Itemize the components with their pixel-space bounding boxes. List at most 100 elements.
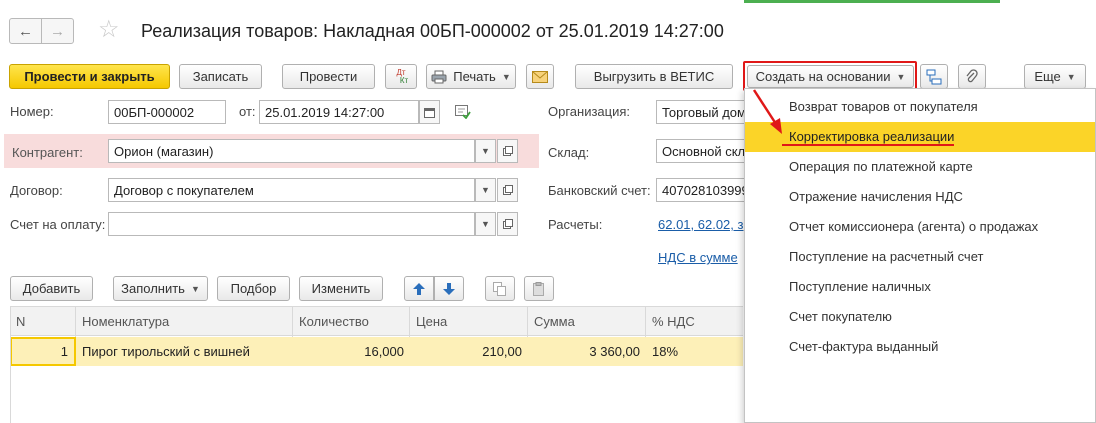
chevron-down-icon: ▼ — [501, 71, 511, 82]
organization-label: Организация: — [548, 104, 631, 119]
post-button[interactable]: Провести — [282, 64, 375, 89]
menu-item-bank-receipt[interactable]: Поступление на расчетный счет — [745, 242, 1095, 272]
chevron-down-icon: ▼ — [481, 146, 490, 156]
open-form-icon — [502, 185, 513, 195]
paste-icon — [533, 281, 544, 296]
open-form-icon — [502, 219, 513, 229]
date-label: от: — [239, 104, 256, 119]
menu-item-customer-invoice[interactable]: Счет покупателю — [745, 302, 1095, 332]
fill-label: Заполнить — [121, 281, 185, 296]
open-form-icon — [502, 146, 513, 156]
cell-quantity[interactable]: 16,000 — [293, 337, 410, 366]
envelope-icon — [532, 70, 548, 83]
invoice-dropdown-button[interactable]: ▼ — [475, 212, 496, 236]
cell-vat[interactable]: 18% — [646, 337, 743, 366]
forward-button[interactable]: → — [41, 18, 74, 44]
chevron-down-icon: ▼ — [481, 185, 490, 195]
column-header-n[interactable]: N — [10, 307, 76, 337]
more-button[interactable]: Еще ▼ — [1024, 64, 1086, 89]
copy-icon — [493, 281, 506, 296]
window-accent-line — [744, 0, 1000, 3]
dt-kt-icon: Дт Кт — [396, 67, 409, 85]
cell-n[interactable]: 1 — [10, 337, 76, 366]
number-label: Номер: — [10, 104, 54, 119]
arrow-down-icon — [443, 282, 455, 295]
contract-open-button[interactable] — [497, 178, 518, 202]
pick-button[interactable]: Подбор — [217, 276, 290, 301]
counterparty-open-button[interactable] — [497, 139, 518, 163]
save-button[interactable]: Записать — [179, 64, 262, 89]
attach-button[interactable] — [958, 64, 986, 89]
invoice-label: Счет на оплату: — [10, 217, 106, 232]
column-header-quantity[interactable]: Количество — [293, 307, 410, 337]
annotation-arrow-icon — [752, 89, 782, 134]
column-header-item[interactable]: Номенклатура — [76, 307, 293, 337]
dt-kt-button[interactable]: Дт Кт — [385, 64, 417, 89]
table-header: N Номенклатура Количество Цена Сумма % Н… — [10, 306, 743, 337]
copy-rows-button[interactable] — [485, 276, 515, 301]
table-left-border — [10, 306, 11, 423]
column-header-amount[interactable]: Сумма — [528, 307, 646, 337]
cell-price[interactable]: 210,00 — [410, 337, 528, 366]
favorite-star-icon[interactable]: ☆ — [98, 16, 120, 44]
arrow-up-icon — [413, 282, 425, 295]
chevron-down-icon: ▼ — [481, 219, 490, 229]
date-field[interactable]: 25.01.2019 14:27:00 — [259, 100, 419, 124]
calendar-button[interactable] — [419, 100, 440, 124]
move-down-button[interactable] — [434, 276, 464, 301]
contract-field[interactable]: Договор с покупателем — [108, 178, 475, 202]
menu-item-sales-correction[interactable]: Корректировка реализации — [745, 122, 1095, 152]
email-button[interactable] — [526, 64, 554, 89]
calendar-icon — [424, 107, 435, 118]
approval-status-icon[interactable] — [455, 105, 471, 119]
vat-in-amount-link[interactable]: НДС в сумме — [658, 250, 738, 265]
annotation-underline — [782, 144, 954, 146]
column-header-price[interactable]: Цена — [410, 307, 528, 337]
settlements-label: Расчеты: — [548, 217, 603, 232]
organization-field[interactable]: Торговый дом — [656, 100, 756, 124]
paste-rows-button[interactable] — [524, 276, 554, 301]
warehouse-field[interactable]: Основной скл — [656, 139, 756, 163]
menu-item-return-goods[interactable]: Возврат товаров от покупателя — [745, 92, 1095, 122]
column-header-vat[interactable]: % НДС — [646, 307, 743, 337]
bank-account-label: Банковский счет: — [548, 183, 651, 198]
print-button[interactable]: Печать ▼ — [426, 64, 516, 89]
menu-item-agent-report[interactable]: Отчет комиссионера (агента) о продажах — [745, 212, 1095, 242]
counterparty-label: Контрагент: — [12, 145, 83, 160]
post-and-close-button[interactable]: Провести и закрыть — [9, 64, 170, 89]
paperclip-icon — [966, 68, 978, 82]
printer-icon — [431, 70, 447, 83]
cell-amount[interactable]: 3 360,00 — [528, 337, 646, 366]
back-button[interactable]: ← — [9, 18, 42, 44]
table-row[interactable]: 1 Пирог тирольский с вишней 16,000 210,0… — [10, 337, 743, 366]
menu-item-issued-invoice[interactable]: Счет-фактура выданный — [745, 332, 1095, 362]
counterparty-dropdown-button[interactable]: ▼ — [475, 139, 496, 163]
bank-account-field[interactable]: 407028103999 — [656, 178, 756, 202]
add-row-button[interactable]: Добавить — [10, 276, 93, 301]
counterparty-field[interactable]: Орион (магазин) — [108, 139, 475, 163]
menu-item-card-payment[interactable]: Операция по платежной карте — [745, 152, 1095, 182]
menu-item-sales-correction-label: Корректировка реализации — [789, 129, 955, 144]
chevron-down-icon: ▼ — [190, 283, 200, 294]
fill-button[interactable]: Заполнить ▼ — [113, 276, 208, 301]
invoice-field[interactable] — [108, 212, 475, 236]
page-title: Реализация товаров: Накладная 00БП-00000… — [141, 21, 724, 41]
menu-item-vat-accrual[interactable]: Отражение начисления НДС — [745, 182, 1095, 212]
warehouse-label: Склад: — [548, 145, 590, 160]
structure-button[interactable] — [920, 64, 948, 89]
arrow-right-icon: → — [50, 22, 65, 40]
more-label: Еще — [1034, 69, 1061, 84]
export-vetis-button[interactable]: Выгрузить в ВЕТИС — [575, 64, 733, 89]
edit-button[interactable]: Изменить — [299, 276, 383, 301]
contract-dropdown-button[interactable]: ▼ — [475, 178, 496, 202]
menu-item-cash-receipt[interactable]: Поступление наличных — [745, 272, 1095, 302]
move-up-button[interactable] — [404, 276, 434, 301]
print-label: Печать — [453, 69, 496, 84]
invoice-open-button[interactable] — [497, 212, 518, 236]
number-field[interactable]: 00БП-000002 — [108, 100, 226, 124]
chevron-down-icon: ▼ — [1066, 71, 1076, 82]
create-based-on-menu: Возврат товаров от покупателя Корректиро… — [744, 88, 1096, 423]
cell-item[interactable]: Пирог тирольский с вишней — [76, 337, 293, 366]
settlements-link[interactable]: 62.01, 62.02, з — [658, 217, 743, 232]
arrow-left-icon: ← — [18, 22, 33, 40]
